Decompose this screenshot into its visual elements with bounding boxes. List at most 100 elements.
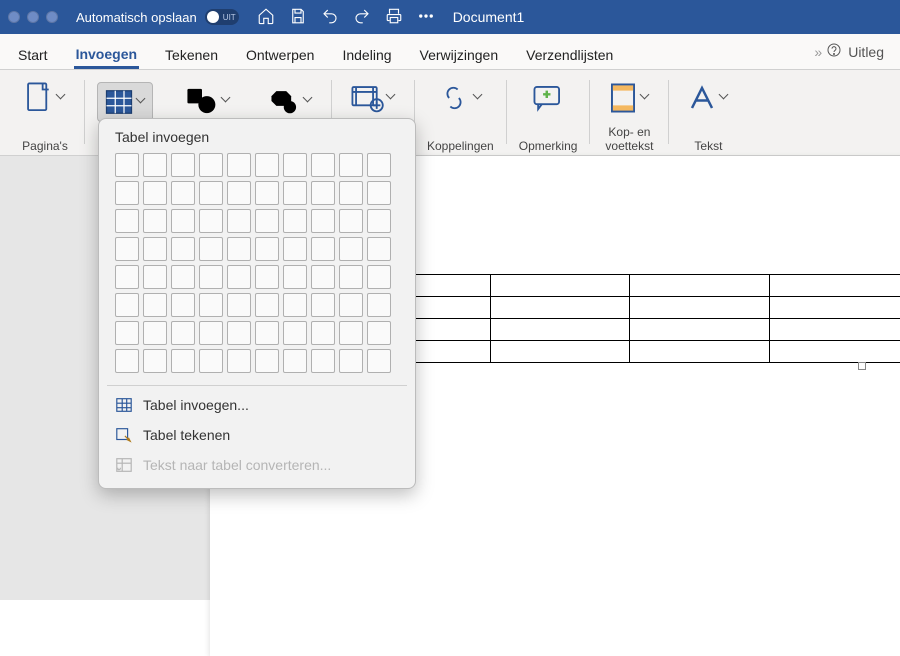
grid-cell[interactable]: [227, 293, 251, 317]
grid-cell[interactable]: [255, 181, 279, 205]
grid-cell[interactable]: [115, 181, 139, 205]
grid-cell[interactable]: [311, 265, 335, 289]
tab-verzendlijsten[interactable]: Verzendlijsten: [524, 47, 615, 69]
autosave-toggle[interactable]: Automatisch opslaan UIT: [76, 9, 239, 25]
icons-button[interactable]: [263, 82, 319, 120]
grid-cell[interactable]: [367, 237, 391, 261]
grid-cell[interactable]: [115, 293, 139, 317]
close-window-button[interactable]: [8, 11, 20, 23]
grid-cell[interactable]: [311, 237, 335, 261]
grid-cell[interactable]: [227, 349, 251, 373]
grid-cell[interactable]: [311, 293, 335, 317]
grid-cell[interactable]: [143, 265, 167, 289]
grid-cell[interactable]: [171, 181, 195, 205]
shapes-button[interactable]: [179, 82, 237, 120]
grid-cell[interactable]: [199, 209, 223, 233]
grid-cell[interactable]: [227, 181, 251, 205]
grid-cell[interactable]: [199, 349, 223, 373]
grid-cell[interactable]: [115, 349, 139, 373]
grid-cell[interactable]: [283, 181, 307, 205]
menu-insert-table[interactable]: Tabel invoegen...: [99, 390, 415, 420]
grid-cell[interactable]: [115, 321, 139, 345]
grid-cell[interactable]: [115, 153, 139, 177]
grid-cell[interactable]: [227, 153, 251, 177]
grid-cell[interactable]: [367, 349, 391, 373]
tab-invoegen[interactable]: Invoegen: [74, 46, 139, 69]
grid-cell[interactable]: [339, 265, 363, 289]
grid-cell[interactable]: [283, 293, 307, 317]
undo-icon[interactable]: [321, 7, 339, 28]
grid-cell[interactable]: [339, 321, 363, 345]
grid-cell[interactable]: [367, 181, 391, 205]
help-icon[interactable]: [826, 42, 842, 61]
grid-cell[interactable]: [199, 265, 223, 289]
grid-cell[interactable]: [255, 237, 279, 261]
grid-cell[interactable]: [255, 153, 279, 177]
grid-cell[interactable]: [255, 293, 279, 317]
more-tabs-icon[interactable]: »: [814, 44, 820, 60]
grid-cell[interactable]: [115, 265, 139, 289]
grid-cell[interactable]: [171, 349, 195, 373]
grid-cell[interactable]: [115, 209, 139, 233]
more-icon[interactable]: [417, 7, 435, 28]
grid-cell[interactable]: [143, 153, 167, 177]
grid-cell[interactable]: [227, 209, 251, 233]
media-button[interactable]: [344, 79, 402, 117]
grid-cell[interactable]: [227, 237, 251, 261]
grid-cell[interactable]: [143, 209, 167, 233]
grid-cell[interactable]: [171, 237, 195, 261]
tab-ontwerpen[interactable]: Ontwerpen: [244, 47, 316, 69]
grid-cell[interactable]: [283, 265, 307, 289]
redo-icon[interactable]: [353, 7, 371, 28]
grid-cell[interactable]: [255, 209, 279, 233]
grid-cell[interactable]: [171, 321, 195, 345]
table-size-grid[interactable]: [115, 153, 399, 373]
grid-cell[interactable]: [227, 265, 251, 289]
grid-cell[interactable]: [255, 349, 279, 373]
minimize-window-button[interactable]: [27, 11, 39, 23]
grid-cell[interactable]: [283, 321, 307, 345]
grid-cell[interactable]: [283, 209, 307, 233]
grid-cell[interactable]: [311, 321, 335, 345]
grid-cell[interactable]: [339, 209, 363, 233]
grid-cell[interactable]: [143, 321, 167, 345]
grid-cell[interactable]: [143, 181, 167, 205]
grid-cell[interactable]: [227, 321, 251, 345]
grid-cell[interactable]: [143, 349, 167, 373]
tab-verwijzingen[interactable]: Verwijzingen: [418, 47, 501, 69]
grid-cell[interactable]: [367, 293, 391, 317]
tab-indeling[interactable]: Indeling: [340, 47, 393, 69]
tab-start[interactable]: Start: [16, 47, 50, 69]
grid-cell[interactable]: [311, 153, 335, 177]
grid-cell[interactable]: [115, 237, 139, 261]
headerfooter-button[interactable]: [602, 78, 656, 118]
help-label[interactable]: Uitleg: [848, 44, 884, 60]
grid-cell[interactable]: [199, 293, 223, 317]
maximize-window-button[interactable]: [46, 11, 58, 23]
grid-cell[interactable]: [339, 349, 363, 373]
table-button[interactable]: [97, 82, 153, 122]
grid-cell[interactable]: [367, 209, 391, 233]
grid-cell[interactable]: [171, 293, 195, 317]
grid-cell[interactable]: [339, 153, 363, 177]
grid-cell[interactable]: [367, 153, 391, 177]
grid-cell[interactable]: [171, 265, 195, 289]
grid-cell[interactable]: [367, 265, 391, 289]
tab-tekenen[interactable]: Tekenen: [163, 47, 220, 69]
autosave-switch[interactable]: UIT: [205, 9, 239, 25]
comment-button[interactable]: [526, 80, 570, 116]
pages-button[interactable]: [18, 77, 72, 119]
grid-cell[interactable]: [199, 237, 223, 261]
save-icon[interactable]: [289, 7, 307, 28]
grid-cell[interactable]: [339, 237, 363, 261]
links-button[interactable]: [431, 81, 489, 115]
grid-cell[interactable]: [171, 209, 195, 233]
grid-cell[interactable]: [311, 349, 335, 373]
grid-cell[interactable]: [339, 293, 363, 317]
grid-cell[interactable]: [367, 321, 391, 345]
grid-cell[interactable]: [199, 181, 223, 205]
table-resize-handle[interactable]: [858, 362, 866, 370]
menu-draw-table[interactable]: Tabel tekenen: [99, 420, 415, 450]
grid-cell[interactable]: [171, 153, 195, 177]
grid-cell[interactable]: [283, 153, 307, 177]
